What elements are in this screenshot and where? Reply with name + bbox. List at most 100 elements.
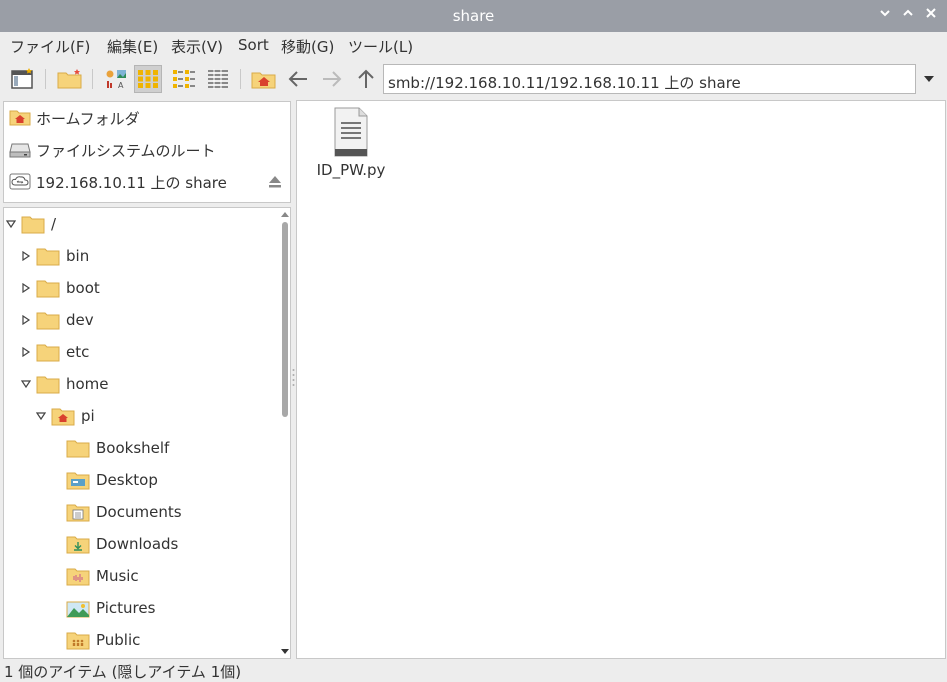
- toolbar-separator: [240, 69, 241, 89]
- tree-node-label: dev: [66, 311, 94, 329]
- new-window-button[interactable]: [9, 65, 37, 93]
- new-folder-icon: [57, 69, 82, 89]
- scrollbar-thumb[interactable]: [282, 222, 288, 417]
- place-label: ファイルシステムのルート: [36, 142, 216, 160]
- menu-tools[interactable]: ツール(L): [348, 36, 413, 57]
- tree-node-public[interactable]: Public: [4, 624, 278, 656]
- view-compact-button[interactable]: [170, 65, 198, 93]
- grid-view-icon: [138, 70, 158, 88]
- forward-button[interactable]: [318, 65, 346, 93]
- tree-node-music[interactable]: Music: [4, 560, 278, 592]
- tree-node-pi[interactable]: pi: [4, 400, 278, 432]
- menu-view[interactable]: 表示(V): [171, 36, 223, 57]
- tree-node-root[interactable]: /: [4, 208, 278, 240]
- title-bar: share: [0, 0, 947, 32]
- scroll-up-arrow-icon[interactable]: [280, 210, 290, 218]
- tree-node-label: home: [66, 375, 109, 393]
- downloads-folder-icon: [66, 536, 90, 554]
- chevron-up-icon: [903, 9, 913, 16]
- expander-collapsed-icon[interactable]: [21, 283, 31, 293]
- toolbar-separator: [92, 69, 93, 89]
- tree-node-boot[interactable]: boot: [4, 272, 278, 304]
- tree-node-label: Downloads: [96, 535, 179, 553]
- tree-node-label: pi: [81, 407, 95, 425]
- tree-node-label: bin: [66, 247, 90, 265]
- tree-node-label: etc: [66, 343, 90, 361]
- tree-node-label: Bookshelf: [96, 439, 170, 457]
- address-bar[interactable]: [383, 64, 916, 94]
- directory-tree: / bin boot dev etc home pi Bookshelf Desktop Docu…: [3, 207, 291, 659]
- eject-button[interactable]: [267, 173, 283, 189]
- tree-node-label: Documents: [96, 503, 182, 521]
- folder-icon: [36, 344, 60, 362]
- tree-node-home[interactable]: home: [4, 368, 278, 400]
- expander-expanded-icon[interactable]: [36, 411, 46, 421]
- toolbar-separator: [45, 69, 46, 89]
- desktop-folder-icon: [66, 472, 90, 490]
- tree-node-dev[interactable]: dev: [4, 304, 278, 336]
- menu-go[interactable]: 移動(G): [281, 36, 334, 57]
- back-button[interactable]: [284, 65, 312, 93]
- close-icon: [926, 8, 936, 18]
- home-folder-icon: [51, 408, 75, 426]
- chevron-down-icon: [880, 10, 890, 17]
- up-button[interactable]: [352, 65, 380, 93]
- caret-down-icon: [924, 76, 934, 82]
- list-view-icon: [208, 69, 228, 89]
- folder-icon: [36, 280, 60, 298]
- music-folder-icon: [66, 568, 90, 586]
- tree-node-label: Desktop: [96, 471, 158, 489]
- expander-collapsed-icon[interactable]: [21, 315, 31, 325]
- expander-collapsed-icon[interactable]: [21, 347, 31, 357]
- view-list-button[interactable]: [204, 65, 232, 93]
- public-folder-icon: [66, 632, 90, 650]
- place-filesystem-root[interactable]: ファイルシステムのルート: [4, 134, 290, 164]
- window-title: share: [452, 7, 495, 25]
- new-folder-button[interactable]: [56, 65, 84, 93]
- place-home[interactable]: ホームフォルダ: [4, 102, 290, 132]
- tree-node-downloads[interactable]: Downloads: [4, 528, 278, 560]
- file-item[interactable]: ID_PW.py: [311, 107, 391, 187]
- places-pane: ホームフォルダ ファイルシステムのルート 192.168.10.11 上の sh…: [3, 101, 291, 203]
- tree-node-bookshelf[interactable]: Bookshelf: [4, 432, 278, 464]
- tree-node-pictures[interactable]: Pictures: [4, 592, 278, 624]
- menu-bar: ファイル(F) 編集(E) 表示(V) Sort 移動(G) ツール(L): [0, 32, 947, 60]
- menu-sort[interactable]: Sort: [238, 36, 269, 54]
- svg-text:A: A: [118, 81, 124, 90]
- menu-file[interactable]: ファイル(F): [10, 36, 90, 57]
- view-icons-button[interactable]: A: [102, 65, 130, 93]
- tree-node-label: Public: [96, 631, 141, 649]
- address-history-dropdown[interactable]: [920, 70, 938, 88]
- expander-expanded-icon[interactable]: [21, 379, 31, 389]
- eject-icon: [269, 176, 281, 188]
- scroll-down-arrow-icon[interactable]: [280, 648, 290, 656]
- pictures-folder-icon: [66, 601, 90, 618]
- view-thumbnails-button[interactable]: [134, 65, 162, 93]
- file-name: ID_PW.py: [316, 161, 386, 179]
- tree-node-desktop[interactable]: Desktop: [4, 464, 278, 496]
- documents-folder-icon: [66, 504, 90, 522]
- folder-icon: [21, 216, 45, 234]
- home-folder-icon: [251, 72, 276, 89]
- tree-scrollbar[interactable]: [280, 208, 290, 658]
- place-network-share[interactable]: 192.168.10.11 上の share: [4, 166, 290, 196]
- menu-edit[interactable]: 編集(E): [107, 36, 158, 57]
- home-button[interactable]: [250, 65, 278, 93]
- expander-expanded-icon[interactable]: [6, 219, 16, 229]
- folder-icon: [66, 440, 90, 458]
- icon-view-icon: A: [106, 70, 126, 90]
- tree-node-etc[interactable]: etc: [4, 336, 278, 368]
- expander-collapsed-icon[interactable]: [21, 251, 31, 261]
- folder-icon: [36, 248, 60, 266]
- tree-node-bin[interactable]: bin: [4, 240, 278, 272]
- minimize-button[interactable]: [877, 7, 893, 23]
- network-share-icon: [9, 173, 31, 190]
- place-label: 192.168.10.11 上の share: [36, 174, 227, 192]
- compact-view-icon: [173, 70, 195, 88]
- place-label: ホームフォルダ: [36, 110, 140, 128]
- arrow-left-icon: [288, 71, 307, 87]
- maximize-button[interactable]: [900, 7, 916, 23]
- text-file-icon: [334, 107, 368, 157]
- close-button[interactable]: [923, 7, 939, 23]
- tree-node-documents[interactable]: Documents: [4, 496, 278, 528]
